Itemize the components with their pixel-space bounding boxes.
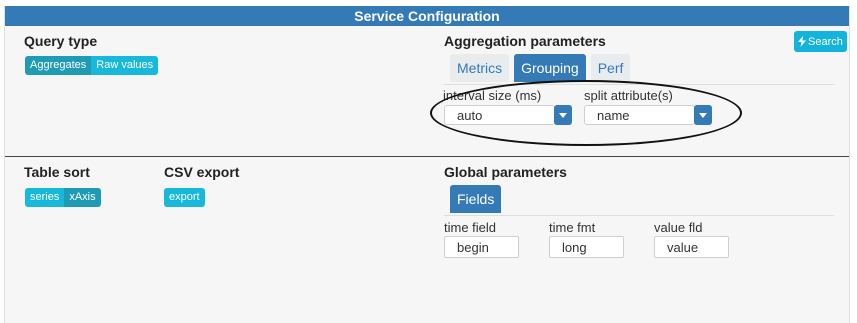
csv-export-title: CSV export <box>164 164 240 180</box>
export-button[interactable]: export <box>164 188 205 207</box>
panel-title: Service Configuration <box>5 6 849 26</box>
split-attribute-dropdown-button[interactable] <box>694 105 712 125</box>
caret-down-icon <box>559 112 567 118</box>
global-tabs: Fields <box>450 185 502 213</box>
split-attribute-select[interactable]: name <box>584 105 695 125</box>
aggregates-button[interactable]: Aggregates <box>25 56 92 75</box>
caret-down-icon <box>699 112 707 118</box>
search-button-label: Search <box>808 35 843 48</box>
search-button[interactable]: Search <box>794 31 847 52</box>
query-type-title: Query type <box>24 33 98 49</box>
interval-size-select[interactable]: auto <box>444 105 555 125</box>
time-field-label: time field <box>444 220 497 235</box>
table-sort-title: Table sort <box>24 164 90 180</box>
bolt-icon <box>798 36 806 47</box>
value-fld-label: value fld <box>654 220 703 235</box>
value-fld-input[interactable] <box>654 236 729 258</box>
xaxis-button[interactable]: xAxis <box>64 188 101 207</box>
series-button[interactable]: series <box>25 188 65 207</box>
aggregation-title: Aggregation parameters <box>444 33 606 49</box>
interval-size-label: interval size (ms) <box>443 88 542 103</box>
global-parameters-title: Global parameters <box>444 164 567 180</box>
section-divider <box>5 156 849 157</box>
csv-export-group: export <box>164 188 205 207</box>
time-fmt-input[interactable] <box>549 236 624 258</box>
tab-grouping[interactable]: Grouping <box>514 54 586 82</box>
aggregation-tabs-divider <box>444 84 834 85</box>
config-panel: Service Configuration Query type Aggrega… <box>4 6 850 323</box>
aggregation-tabs: Metrics Grouping Perf <box>450 54 631 82</box>
time-fmt-label: time fmt <box>549 220 596 235</box>
query-type-toggle: Aggregates Raw values <box>25 56 159 75</box>
raw-values-button[interactable]: Raw values <box>91 56 159 75</box>
time-field-input[interactable] <box>444 236 519 258</box>
tab-metrics[interactable]: Metrics <box>450 54 510 82</box>
split-attribute-label: split attribute(s) <box>584 88 673 103</box>
tab-perf[interactable]: Perf <box>590 54 631 82</box>
tab-fields[interactable]: Fields <box>450 185 502 213</box>
table-sort-toggle: series xAxis <box>25 188 101 207</box>
global-tabs-divider <box>444 215 834 216</box>
interval-size-dropdown-button[interactable] <box>554 105 572 125</box>
